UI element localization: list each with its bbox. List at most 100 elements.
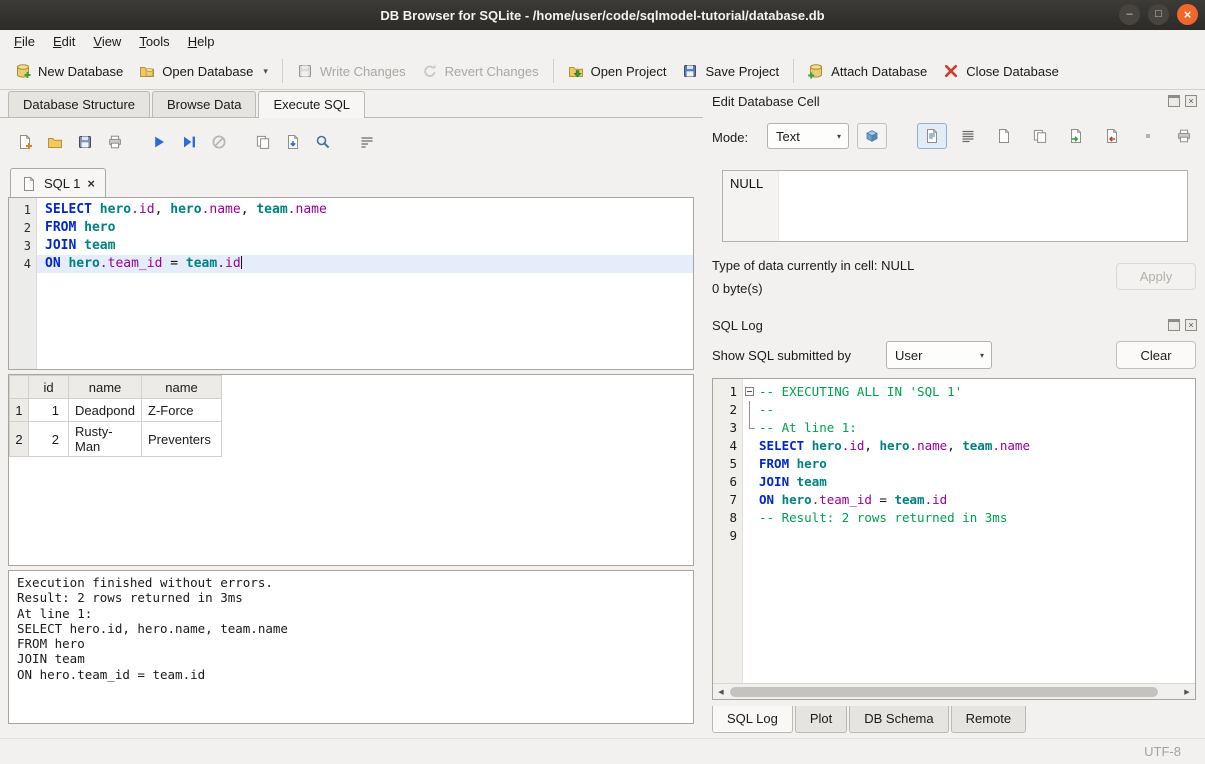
- save-sql-file-button[interactable]: [70, 129, 100, 155]
- cell[interactable]: Deadpond: [69, 399, 142, 422]
- close-dock-icon[interactable]: ×: [1185, 319, 1197, 331]
- menu-file[interactable]: File: [5, 31, 44, 52]
- code-line[interactable]: SELECT hero.id, hero.name, team.name: [37, 201, 693, 219]
- edit-cell-dock-buttons: ×: [1168, 95, 1197, 107]
- close-database-button[interactable]: Close Database: [935, 58, 1067, 84]
- open-in-editor-button[interactable]: [989, 123, 1019, 149]
- save-results-button[interactable]: [278, 129, 308, 155]
- editor-code-area[interactable]: SELECT hero.id, hero.name, team.nameFROM…: [37, 198, 693, 369]
- row-number[interactable]: 2: [10, 422, 29, 457]
- statusbar: UTF-8: [0, 738, 1205, 764]
- tab-database-structure[interactable]: Database Structure: [8, 91, 150, 117]
- new-database-button[interactable]: New Database: [7, 58, 131, 84]
- column-header[interactable]: id: [29, 376, 69, 399]
- close-button[interactable]: ×: [1177, 4, 1198, 25]
- new-sql-tab-button[interactable]: [10, 129, 40, 155]
- clear-log-button[interactable]: Clear: [1116, 341, 1196, 369]
- stop-execution-icon: [211, 134, 227, 150]
- log-code: --: [759, 401, 1195, 419]
- code-line[interactable]: ON hero.team_id = team.id: [37, 255, 693, 273]
- mode-select[interactable]: Text ▾: [767, 123, 849, 149]
- find-replace-button[interactable]: [308, 129, 338, 155]
- maximize-button[interactable]: □: [1148, 4, 1169, 25]
- cell[interactable]: Preventers: [142, 422, 222, 457]
- text-view-button[interactable]: [917, 123, 947, 149]
- log-code: JOIN team: [759, 473, 1195, 491]
- log-line-number: 9: [713, 527, 743, 545]
- apply-button[interactable]: Apply: [1116, 263, 1196, 290]
- column-header[interactable]: name: [142, 376, 222, 399]
- write-changes-label: Write Changes: [320, 64, 406, 79]
- word-wrap-button[interactable]: [352, 129, 382, 155]
- open-project-button[interactable]: Open Project: [560, 58, 675, 84]
- scroll-right-icon[interactable]: ▶: [1179, 688, 1195, 696]
- token: ON: [45, 256, 68, 271]
- execute-all-button[interactable]: [144, 129, 174, 155]
- open-database-icon: [139, 63, 155, 79]
- token: hero: [797, 456, 827, 471]
- chevron-down-icon[interactable]: ▾: [263, 66, 268, 77]
- sql-log-view[interactable]: 1-- EXECUTING ALL IN 'SQL 1'2--3-- At li…: [712, 378, 1196, 700]
- word-wrap-cell-button[interactable]: [953, 123, 983, 149]
- copy-cell-button[interactable]: [1025, 123, 1055, 149]
- tab-execute-sql[interactable]: Execute SQL: [258, 91, 365, 118]
- fold-column: [743, 383, 759, 401]
- code-line[interactable]: FROM hero: [37, 219, 693, 237]
- menu-view[interactable]: View: [84, 31, 130, 52]
- dock-tab-plot[interactable]: Plot: [795, 706, 847, 733]
- main-toolbar: New DatabaseOpen Database▾Write ChangesR…: [0, 53, 1205, 90]
- cell[interactable]: 1: [29, 399, 69, 422]
- export-cell-data-button[interactable]: [1097, 123, 1127, 149]
- save-results-icon: [285, 134, 301, 150]
- sql-tab[interactable]: SQL 1 ×: [10, 168, 106, 198]
- collapse-icon[interactable]: [745, 387, 754, 396]
- menu-edit[interactable]: Edit: [44, 31, 84, 52]
- print-cell-button[interactable]: [1169, 123, 1199, 149]
- save-project-button[interactable]: Save Project: [674, 58, 787, 84]
- cell[interactable]: Z-Force: [142, 399, 222, 422]
- minimize-button[interactable]: –: [1119, 4, 1140, 25]
- copy-results-button[interactable]: [248, 129, 278, 155]
- log-code: FROM hero: [759, 455, 1195, 473]
- close-tab-icon[interactable]: ×: [87, 176, 95, 191]
- print-sql-button[interactable]: [100, 129, 130, 155]
- sql-editor[interactable]: 1234 SELECT hero.id, hero.name, team.nam…: [8, 197, 694, 370]
- cell[interactable]: 2: [29, 422, 69, 457]
- dock-tab-remote[interactable]: Remote: [951, 706, 1027, 733]
- open-sql-file-button[interactable]: [40, 129, 70, 155]
- float-dock-icon[interactable]: [1168, 319, 1180, 331]
- execute-current-line-button[interactable]: [174, 129, 204, 155]
- titlebar[interactable]: DB Browser for SQLite - /home/user/code/…: [0, 0, 1205, 30]
- horizontal-scrollbar[interactable]: ◀ ▶: [713, 683, 1195, 699]
- menu-tools[interactable]: Tools: [130, 31, 178, 52]
- cell-editor[interactable]: NULL: [722, 170, 1188, 242]
- token: .team_id: [100, 256, 163, 271]
- table-row: 11DeadpondZ-Force: [10, 399, 222, 422]
- execution-output[interactable]: Execution finished without errors. Resul…: [8, 570, 694, 724]
- log-line-number: 5: [713, 455, 743, 473]
- dock-tab-sql-log[interactable]: SQL Log: [712, 706, 793, 733]
- menu-help[interactable]: Help: [179, 31, 224, 52]
- cell[interactable]: Rusty-Man: [69, 422, 142, 457]
- minimize-icon: –: [1126, 9, 1132, 20]
- close-dock-icon[interactable]: ×: [1185, 95, 1197, 107]
- token: .id: [131, 202, 154, 217]
- auto-detect-button[interactable]: [857, 123, 887, 149]
- scrollbar-thumb[interactable]: [730, 687, 1158, 697]
- row-number[interactable]: 1: [10, 399, 29, 422]
- attach-database-button[interactable]: Attach Database: [800, 58, 935, 84]
- column-header[interactable]: name: [69, 376, 142, 399]
- cell-value: NULL: [730, 176, 763, 191]
- tab-browse-data[interactable]: Browse Data: [152, 91, 256, 117]
- scroll-left-icon[interactable]: ◀: [713, 688, 729, 696]
- float-dock-icon[interactable]: [1168, 95, 1180, 107]
- log-line: 8-- Result: 2 rows returned in 3ms: [713, 509, 1195, 527]
- results-table[interactable]: idnamename11DeadpondZ-Force22Rusty-ManPr…: [9, 375, 222, 457]
- log-filter-select[interactable]: User ▾: [886, 341, 992, 369]
- code-line[interactable]: JOIN team: [37, 237, 693, 255]
- import-cell-data-button[interactable]: [1061, 123, 1091, 149]
- sql-log-dock-buttons: ×: [1168, 319, 1197, 331]
- open-database-button[interactable]: Open Database▾: [131, 58, 276, 84]
- set-null-button[interactable]: [1133, 123, 1163, 149]
- dock-tab-db-schema[interactable]: DB Schema: [849, 706, 948, 733]
